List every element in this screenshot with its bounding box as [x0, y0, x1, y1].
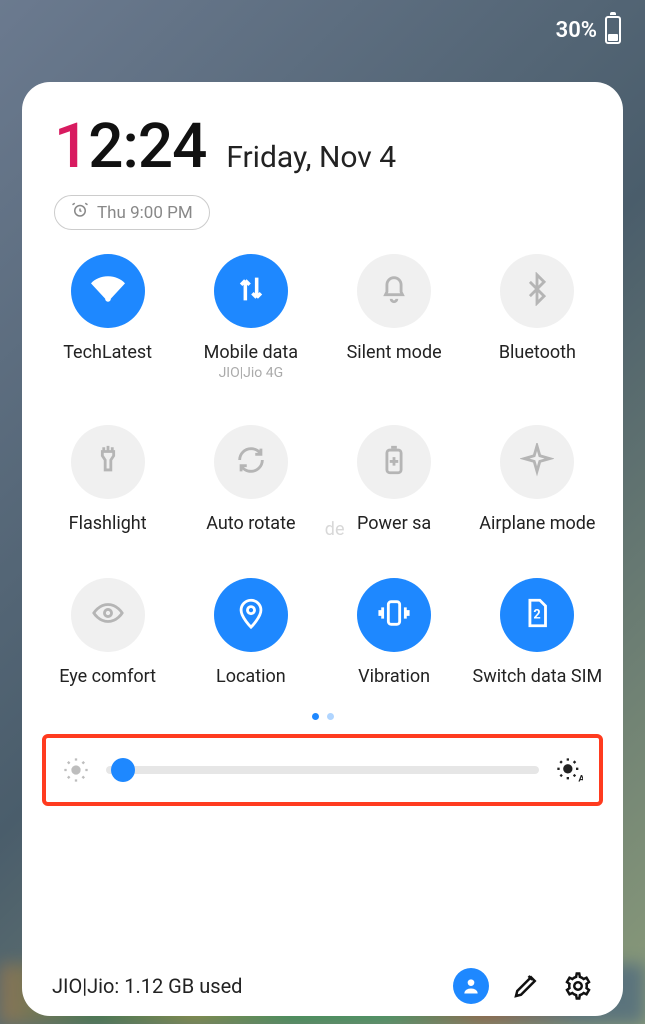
clock[interactable]: 12:24	[54, 110, 206, 183]
tile-label: Vibration	[358, 666, 430, 687]
tile-label: Mobile data	[204, 342, 298, 363]
airplane-icon	[520, 443, 554, 481]
clock-rest: 2:24	[88, 110, 206, 183]
alarm-time: Thu 9:00 PM	[97, 203, 193, 223]
tile-switch-sim[interactable]: 2 Switch data SIM	[466, 578, 609, 687]
settings-button[interactable]	[563, 971, 593, 1001]
rotate-icon	[234, 443, 268, 481]
battery-plus-icon	[377, 443, 411, 481]
tile-sublabel: JIO|Jio 4G	[219, 365, 284, 381]
edit-button[interactable]	[511, 971, 541, 1001]
ghost-text: de	[325, 519, 345, 540]
tile-eye-comfort[interactable]: Eye comfort	[36, 578, 179, 687]
tile-label: Flashlight	[69, 513, 147, 534]
tile-label: Silent mode	[347, 342, 442, 363]
pager-dot-active	[312, 713, 319, 720]
tile-label: Bluetooth	[499, 342, 576, 363]
bell-icon	[377, 272, 411, 310]
quick-settings-panel: 12:24 Friday, Nov 4 Thu 9:00 PM TechLate…	[22, 82, 623, 1016]
brightness-slider[interactable]	[106, 766, 539, 774]
vibration-icon	[377, 596, 411, 634]
tile-label: Power sa	[357, 513, 431, 534]
tile-bluetooth[interactable]: Bluetooth	[466, 254, 609, 381]
tile-vibration[interactable]: Vibration	[323, 578, 466, 687]
tile-label: Eye comfort	[59, 666, 156, 687]
user-avatar-button[interactable]	[453, 968, 489, 1004]
data-usage-text[interactable]: JIO|Jio: 1.12 GB used	[52, 974, 431, 998]
tile-auto-rotate[interactable]: Auto rotate de	[179, 425, 322, 534]
tile-label: Auto rotate	[206, 513, 295, 534]
tile-label: TechLatest	[63, 342, 152, 363]
date: Friday, Nov 4	[226, 140, 396, 175]
bluetooth-icon	[520, 272, 554, 310]
battery-percentage: 30%	[556, 18, 597, 43]
panel-footer: JIO|Jio: 1.12 GB used	[22, 954, 623, 1004]
tile-airplane-mode[interactable]: Airplane mode	[466, 425, 609, 534]
mobile-data-icon	[234, 272, 268, 310]
brightness-low-icon	[62, 756, 90, 784]
tile-mobile-data[interactable]: Mobile data JIO|Jio 4G	[179, 254, 322, 381]
svg-text:2: 2	[534, 608, 541, 623]
page-indicator[interactable]	[22, 713, 623, 720]
flashlight-icon	[91, 443, 125, 481]
auto-brightness-icon[interactable]: A	[555, 756, 583, 784]
sim-card-icon: 2	[520, 596, 554, 634]
tile-label: Airplane mode	[479, 513, 595, 534]
clock-accent-digit: 1	[54, 110, 88, 183]
tile-power-saving[interactable]: Power sa	[323, 425, 466, 534]
tile-flashlight[interactable]: Flashlight	[36, 425, 179, 534]
tiles-grid: TechLatest Mobile data JIO|Jio 4G Silent…	[22, 254, 623, 687]
tile-wifi[interactable]: TechLatest	[36, 254, 179, 381]
eye-icon	[91, 596, 125, 634]
svg-text:A: A	[578, 774, 583, 784]
wifi-icon	[91, 272, 125, 310]
tile-location[interactable]: Location	[179, 578, 322, 687]
brightness-row: A	[42, 734, 603, 806]
brightness-slider-knob[interactable]	[111, 758, 135, 782]
tile-silent-mode[interactable]: Silent mode	[323, 254, 466, 381]
battery-icon	[605, 16, 621, 44]
location-pin-icon	[234, 596, 268, 634]
tile-label: Location	[216, 666, 286, 687]
alarm-clock-icon	[71, 201, 89, 224]
pager-dot	[327, 713, 334, 720]
tile-label: Switch data SIM	[473, 666, 603, 687]
alarm-chip[interactable]: Thu 9:00 PM	[54, 195, 210, 230]
